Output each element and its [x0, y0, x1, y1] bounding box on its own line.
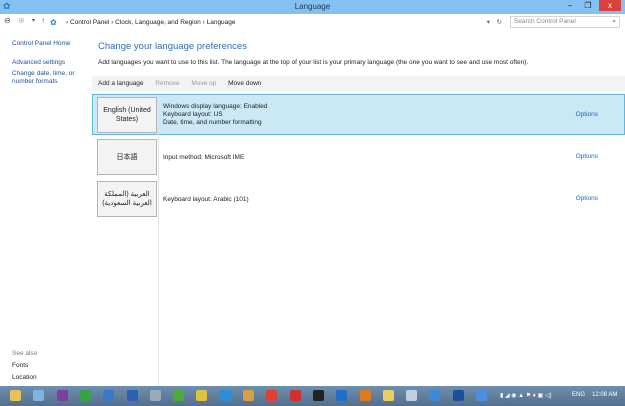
- search-input[interactable]: Search Control Panel ⌕: [510, 16, 620, 28]
- control-panel-icon: ✿: [50, 18, 57, 27]
- input-language-indicator[interactable]: ENG: [572, 392, 585, 398]
- language-toolbar: Add a language Remove Move up Move down: [92, 76, 625, 91]
- title-bar: ✿ Language – ❐ x: [0, 0, 625, 14]
- change-date-time-formats-link[interactable]: Change date, time, or number formats: [12, 70, 92, 86]
- taskbar-app-icon[interactable]: [406, 390, 418, 401]
- info-line: Keyboard layout: Arabic (101): [163, 196, 249, 203]
- advanced-settings-link[interactable]: Advanced settings: [12, 59, 92, 67]
- language-row-arabic[interactable]: العربية (المملكة العربية السعودية) Keybo…: [92, 178, 625, 219]
- close-button[interactable]: x: [599, 0, 621, 11]
- search-icon[interactable]: ⌕: [612, 17, 616, 27]
- page-description: Add languages you want to use to this li…: [98, 59, 529, 66]
- column-divider: [158, 134, 159, 386]
- options-link-english[interactable]: Options: [576, 111, 598, 118]
- system-tray-icons[interactable]: ▮ ◢ ◉ ▲ ⚑ ♦ ▣ ◁): [500, 392, 551, 399]
- recent-dropdown-icon[interactable]: ▾: [32, 17, 35, 24]
- minimize-button[interactable]: –: [563, 0, 577, 11]
- taskbar-app-icon[interactable]: [196, 390, 208, 401]
- crumb-control-panel[interactable]: Control Panel: [70, 19, 109, 26]
- crumb-language[interactable]: Language: [207, 19, 236, 26]
- refresh-icon[interactable]: ↻: [497, 17, 502, 28]
- info-line: Windows display language: Enabled: [163, 103, 268, 110]
- language-name-arabic[interactable]: العربية (المملكة العربية السعودية): [97, 181, 157, 217]
- address-bar-area: ⊖ ⊕ ▾ ↑ ✿ › Control Panel › Clock, Langu…: [0, 14, 625, 31]
- left-pane: Control Panel Home Advanced settings Cha…: [12, 40, 92, 86]
- taskbar-app-icon[interactable]: [103, 390, 115, 401]
- up-button[interactable]: ↑: [41, 16, 45, 25]
- restore-button[interactable]: ❐: [581, 0, 595, 11]
- taskbar-app-icon[interactable]: [336, 390, 348, 401]
- location-link[interactable]: Location: [12, 372, 37, 384]
- taskbar-app-icon[interactable]: [56, 390, 68, 401]
- taskbar-app-icon[interactable]: [243, 390, 254, 401]
- taskbar-app-icon[interactable]: [289, 390, 301, 401]
- taskbar-app-icon[interactable]: [429, 390, 441, 401]
- fonts-link[interactable]: Fonts: [12, 360, 37, 372]
- taskbar-app-icon[interactable]: [452, 390, 464, 401]
- taskbar-app-icon[interactable]: [312, 390, 324, 401]
- taskbar-app-icon[interactable]: [266, 390, 278, 401]
- taskbar-app-icon[interactable]: [10, 390, 21, 401]
- info-line: Input method: Microsoft IME: [163, 154, 245, 161]
- remove-button[interactable]: Remove: [155, 80, 179, 87]
- taskbar-app-icon[interactable]: [359, 390, 371, 401]
- taskbar-app-icon[interactable]: [219, 390, 231, 401]
- language-info: Windows display language: Enabled Keyboa…: [163, 103, 267, 127]
- forward-button[interactable]: ⊕: [18, 16, 25, 25]
- taskbar-app-icon[interactable]: [382, 390, 394, 401]
- taskbar-app-icon[interactable]: [33, 390, 45, 401]
- taskbar-app-icon[interactable]: [126, 390, 138, 401]
- info-line: Date, time, and number formatting: [163, 119, 262, 126]
- see-also-section: See also Fonts Location: [12, 348, 37, 384]
- search-placeholder: Search Control Panel: [514, 18, 576, 25]
- address-dropdown-icon[interactable]: ▾: [487, 17, 490, 28]
- page-title: Change your language preferences: [98, 41, 247, 52]
- taskbar-app-icon[interactable]: [149, 390, 161, 401]
- language-row-english[interactable]: English (United States) Windows display …: [92, 94, 625, 135]
- crumb-clock-language-region[interactable]: Clock, Language, and Region: [115, 19, 201, 26]
- language-name-japanese[interactable]: 日本語: [97, 139, 157, 175]
- taskbar-app-icon[interactable]: [476, 390, 487, 401]
- breadcrumb[interactable]: ✿ › Control Panel › Clock, Language, and…: [48, 17, 504, 28]
- see-also-label: See also: [12, 350, 38, 357]
- move-up-button[interactable]: Move up: [191, 80, 216, 87]
- window-title: Language: [294, 2, 331, 11]
- language-row-japanese[interactable]: 日本語 Input method: Microsoft IME Options: [92, 136, 625, 177]
- add-language-button[interactable]: Add a language: [98, 80, 144, 87]
- info-line: Keyboard layout: US: [163, 111, 223, 118]
- taskbar: ▮ ◢ ◉ ▲ ⚑ ♦ ▣ ◁) ENG 12:08 AM: [0, 386, 625, 406]
- language-info: Input method: Microsoft IME: [163, 154, 244, 162]
- taskbar-app-icon[interactable]: [79, 390, 91, 401]
- options-link-arabic[interactable]: Options: [576, 195, 598, 202]
- language-name-english[interactable]: English (United States): [97, 97, 157, 133]
- control-panel-home-link[interactable]: Control Panel Home: [12, 40, 92, 48]
- language-info: Keyboard layout: Arabic (101): [163, 196, 249, 204]
- move-down-button[interactable]: Move down: [228, 80, 261, 87]
- clock[interactable]: 12:08 AM: [592, 392, 617, 398]
- options-link-japanese[interactable]: Options: [576, 153, 598, 160]
- back-button[interactable]: ⊖: [4, 16, 11, 25]
- taskbar-app-icon[interactable]: [173, 390, 185, 401]
